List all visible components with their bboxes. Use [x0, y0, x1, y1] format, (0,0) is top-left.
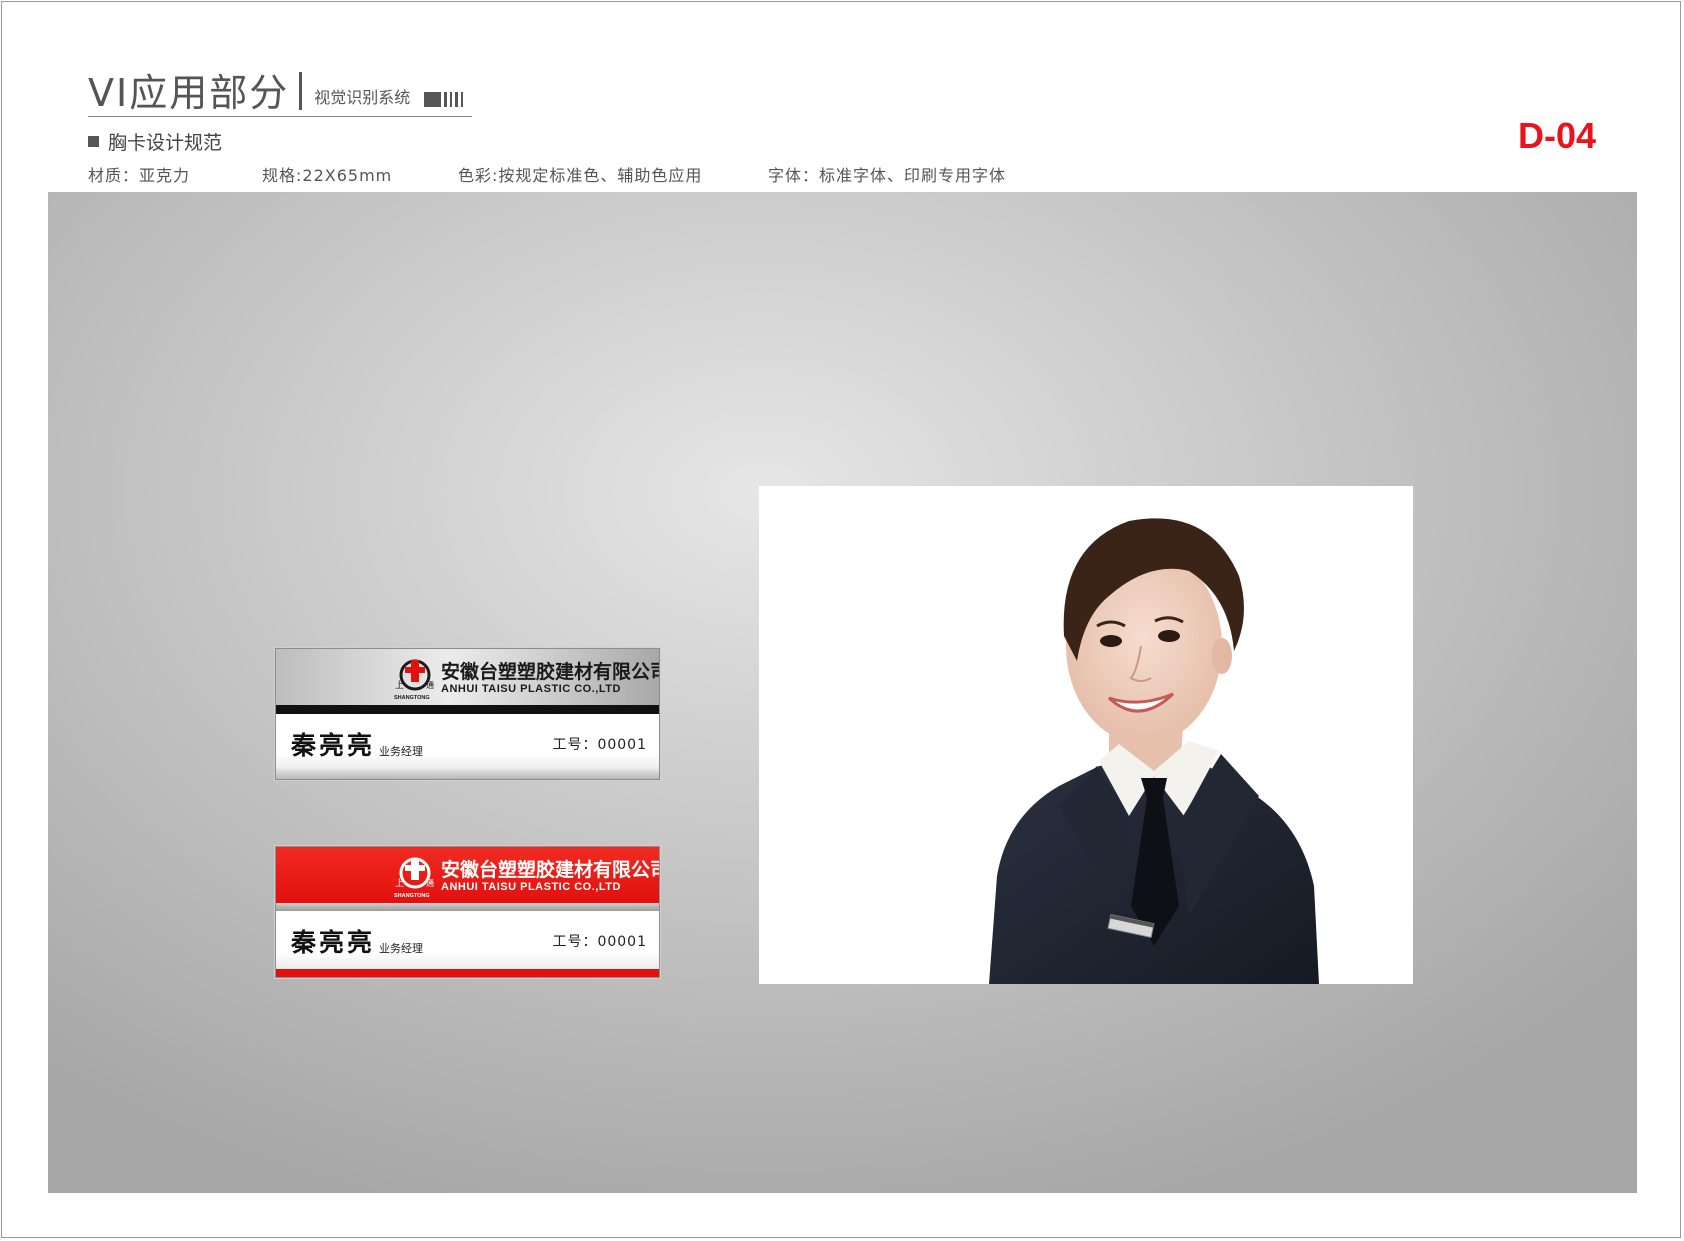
company-name-cn: 安徽台塑塑胶建材有限公司: [441, 859, 660, 881]
barcode-icon: [424, 91, 466, 107]
employee-photo: [759, 486, 1413, 984]
employee-id: 工号：00001: [552, 737, 647, 753]
header-title-block: VI应用部分 视觉识别系统: [88, 62, 466, 112]
badge-footer: [276, 969, 659, 977]
employee-title: 业务经理: [379, 942, 424, 955]
badge-body: 秦亮亮 业务经理 工号：00001: [276, 911, 659, 970]
svg-text:SHANGTONG: SHANGTONG: [394, 695, 430, 701]
section-title: 胸卡设计规范: [108, 132, 223, 154]
company-logo-icon: 上 通 SHANGTONG: [394, 659, 434, 701]
svg-text:上: 上: [395, 680, 404, 691]
page-title: VI应用部分: [88, 71, 290, 115]
employee-name: 秦亮亮: [291, 928, 376, 957]
title-separator: [299, 72, 303, 110]
page-code: D-04: [1517, 115, 1596, 156]
svg-text:SHANGTONG: SHANGTONG: [394, 893, 430, 899]
badge-person: 秦亮亮 业务经理: [291, 923, 423, 959]
employee-portrait-image: [759, 486, 1413, 984]
svg-text:通: 通: [426, 878, 434, 888]
spec-font: 字体：标准字体、印刷专用字体: [768, 166, 1007, 185]
company-name-en: ANHUI TAISU PLASTIC CO.,LTD: [441, 683, 621, 695]
company-name-en: ANHUI TAISU PLASTIC CO.,LTD: [441, 881, 621, 893]
page-subtitle: 视觉识别系统: [314, 88, 411, 107]
employee-title: 业务经理: [379, 745, 424, 758]
badge-body: 秦亮亮 业务经理 工号：00001: [276, 714, 659, 771]
spec-material: 材质：亚克力: [88, 166, 191, 185]
employee-id: 工号：00001: [552, 934, 647, 950]
employee-name: 秦亮亮: [291, 731, 376, 760]
section-heading: 胸卡设计规范: [88, 128, 222, 155]
presentation-stage: 上 通 SHANGTONG 安徽台塑塑胶建材有限公司 ANHUI TAISU P…: [48, 192, 1637, 1193]
company-logo-icon: 上 通 SHANGTONG: [394, 857, 434, 899]
svg-text:通: 通: [426, 680, 434, 690]
header-rule: [88, 116, 472, 117]
svg-text:上: 上: [395, 878, 404, 889]
spec-size: 规格:22X65mm: [262, 166, 393, 185]
badge-silver: 上 通 SHANGTONG 安徽台塑塑胶建材有限公司 ANHUI TAISU P…: [275, 648, 660, 780]
badge-red: 上 通 SHANGTONG 安徽台塑塑胶建材有限公司 ANHUI TAISU P…: [275, 846, 660, 978]
badge-band: [276, 903, 659, 911]
badge-person: 秦亮亮 业务经理: [291, 726, 423, 762]
company-name-cn: 安徽台塑塑胶建材有限公司: [441, 661, 660, 683]
badge-footer: [276, 769, 659, 779]
badge-band: [276, 705, 659, 714]
spec-color: 色彩:按规定标准色、辅助色应用: [458, 166, 703, 185]
square-bullet-icon: [88, 136, 99, 147]
